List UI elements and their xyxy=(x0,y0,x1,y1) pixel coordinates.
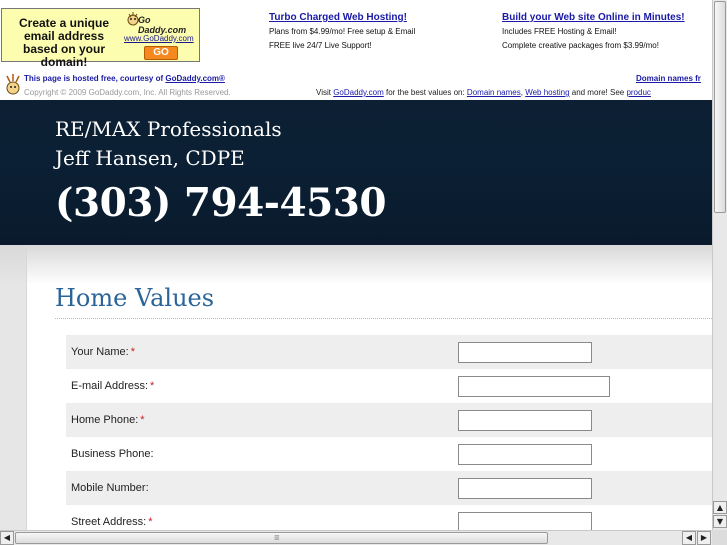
ad-bar: Create a unique email address based on y… xyxy=(0,0,712,100)
godaddy-url-link[interactable]: www.GoDaddy.com xyxy=(124,34,194,43)
promo-text: Create a unique email address based on y… xyxy=(18,16,110,69)
visit-suffix: and more! See xyxy=(569,88,627,97)
products-link[interactable]: produc xyxy=(626,88,650,97)
godaddy-promo-banner[interactable]: Create a unique email address based on y… xyxy=(1,8,200,69)
street-label: Street Address: * xyxy=(71,516,153,528)
hosted-notice: This page is hosted free, courtesy of Go… xyxy=(0,70,712,100)
domain-names-footer-link[interactable]: Domain names xyxy=(467,88,521,97)
ad-website-builder-link[interactable]: Build your Web site Online in Minutes! xyxy=(502,11,685,25)
ad-hosting-link[interactable]: Turbo Charged Web Hosting! xyxy=(269,11,415,25)
hosted-courtesy-text: This page is hosted free, courtesy of Go… xyxy=(24,73,225,84)
home-phone-label: Home Phone: * xyxy=(71,414,145,426)
visit-godaddy-text: Visit GoDaddy.com for the best values on… xyxy=(316,87,651,98)
scrollbar-corner xyxy=(712,530,727,545)
title-divider xyxy=(55,318,712,319)
page-title: Home Values xyxy=(55,284,215,312)
ad-hosting: Turbo Charged Web Hosting! Plans from $4… xyxy=(269,11,415,53)
required-marker: * xyxy=(148,516,153,528)
scroll-down-icon[interactable]: ▼ xyxy=(713,515,727,528)
home-phone-input[interactable] xyxy=(458,410,592,431)
scroll-up-icon[interactable]: ▲ xyxy=(713,501,727,514)
phone-number: (303) 794-4530 xyxy=(55,180,387,226)
form-row-name: Your Name: * xyxy=(66,335,712,369)
horizontal-scrollbar[interactable]: ◀ ⁞⁞⁞⁞⁞ ▶ ◀ xyxy=(0,530,712,545)
scroll-left-icon[interactable]: ◀ xyxy=(0,531,14,545)
mobile-label: Mobile Number: xyxy=(71,482,149,494)
ad-hosting-line2: FREE live 24/7 Live Support! xyxy=(269,41,372,50)
mobile-input[interactable] xyxy=(458,478,592,499)
name-label: Your Name: * xyxy=(71,346,135,358)
agent-name: Jeff Hansen, CDPE xyxy=(55,146,245,170)
required-marker: * xyxy=(130,346,135,358)
required-marker: * xyxy=(150,380,155,392)
site-header-banner: RE/MAX Professionals Jeff Hansen, CDPE (… xyxy=(0,100,712,245)
business-phone-label: Business Phone: xyxy=(71,448,154,460)
form-row-street: Street Address: * xyxy=(66,505,712,530)
visit-prefix: Visit xyxy=(316,88,334,97)
vertical-scroll-thumb[interactable] xyxy=(714,1,726,213)
form-row-mobile: Mobile Number: xyxy=(66,471,712,505)
email-label: E-mail Address: * xyxy=(71,380,155,392)
form-row-home-phone: Home Phone: * xyxy=(66,403,712,437)
business-phone-input[interactable] xyxy=(458,444,592,465)
grip-icon: ⁞⁞⁞⁞⁞ xyxy=(274,534,280,542)
form-row-email: E-mail Address: * xyxy=(66,369,712,403)
copyright-text: Copyright © 2009 GoDaddy.com, Inc. All R… xyxy=(24,88,231,97)
email-input[interactable] xyxy=(458,376,610,397)
company-name: RE/MAX Professionals xyxy=(55,117,282,141)
street-input[interactable] xyxy=(458,512,592,530)
form-row-business-phone: Business Phone: xyxy=(66,437,712,471)
godaddy-mascot-icon xyxy=(6,74,20,95)
vertical-scrollbar[interactable]: ▲ ▼ xyxy=(712,0,727,530)
web-hosting-link[interactable]: Web hosting xyxy=(525,88,569,97)
browser-viewport: Create a unique email address based on y… xyxy=(0,0,712,530)
godaddy-logo: Go Daddy.com www.GoDaddy.com GO xyxy=(124,11,198,61)
godaddy-hosted-link[interactable]: GoDaddy.com® xyxy=(165,74,225,83)
required-marker: * xyxy=(140,414,145,426)
godaddy-logo-text: Go Daddy.com xyxy=(138,15,187,35)
horizontal-scroll-thumb[interactable]: ⁞⁞⁞⁞⁞ xyxy=(15,532,548,544)
scroll-right-icon[interactable]: ▶ xyxy=(697,531,711,545)
visit-godaddy-link[interactable]: GoDaddy.com xyxy=(333,88,384,97)
ad-website-builder: Build your Web site Online in Minutes! I… xyxy=(502,11,685,53)
ad-hosting-line1: Plans from $4.99/mo! Free setup & Email xyxy=(269,27,416,36)
go-button[interactable]: GO xyxy=(144,46,178,60)
ad-website-builder-line2: Complete creative packages from $3.99/mo… xyxy=(502,41,659,50)
domain-names-link[interactable]: Domain names fr xyxy=(636,73,701,84)
hosted-prefix: This page is hosted free, courtesy of xyxy=(24,74,166,83)
ad-website-builder-line1: Includes FREE Hosting & Email! xyxy=(502,27,617,36)
visit-mid: for the best values on: xyxy=(383,88,467,97)
scroll-left-secondary-icon[interactable]: ◀ xyxy=(682,531,696,545)
content-shadow xyxy=(0,245,712,285)
name-input[interactable] xyxy=(458,342,592,363)
